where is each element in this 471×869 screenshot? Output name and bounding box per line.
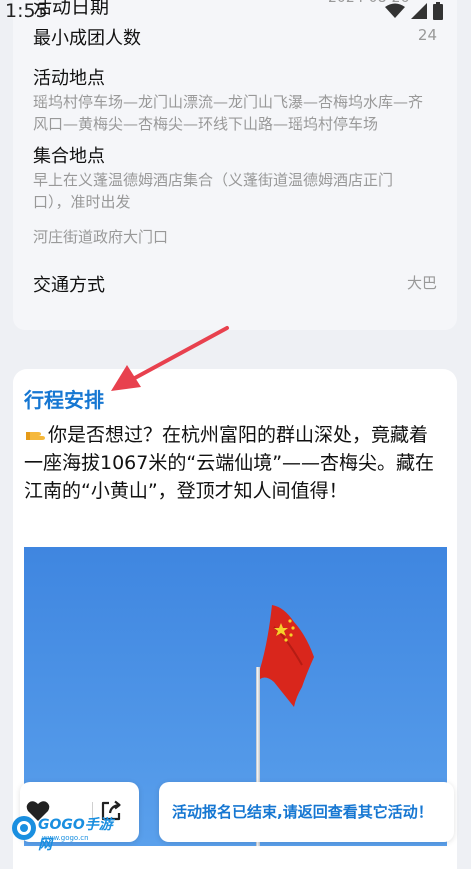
itinerary-intro-text: 你是否想过？在杭州富阳的群山深处，竟藏着一座海拔1067米的“云端仙境”——杏梅…	[24, 424, 435, 502]
status-bar: 1:55 活动日期 2024-08-26	[0, 0, 471, 26]
min-group-label: 最小成团人数	[33, 28, 141, 49]
battery-icon	[433, 2, 443, 20]
transport-label: 交通方式	[33, 275, 105, 296]
watermark-logo: GOGO手游网 www.gogo.cn	[8, 810, 118, 853]
itinerary-intro: 你是否想过？在杭州富阳的群山深处，竟藏着一座海拔1067米的“云端仙境”——杏梅…	[24, 421, 439, 505]
pointing-hand-icon	[26, 432, 45, 440]
registration-status-button[interactable]: 活动报名已结束,请返回查看其它活动！	[159, 782, 454, 842]
min-group-value: 24	[417, 26, 437, 44]
watermark-url: www.gogo.cn	[42, 834, 89, 842]
location-value: 瑶坞村停车场—龙门山漂流—龙门山飞瀑—杏梅坞水库—齐风口—黄梅尖—杏梅尖—环线下…	[33, 93, 424, 133]
status-icons	[385, 2, 443, 20]
meeting-value-alt: 河庄街道政府大门口	[33, 228, 169, 246]
signal-icon	[411, 3, 427, 19]
annotation-arrow	[111, 326, 229, 391]
gogo-logo-icon	[12, 816, 36, 840]
meeting-label: 集合地点	[33, 146, 105, 167]
partial-activity-date-label: 活动日期	[33, 0, 110, 18]
location-label: 活动地点	[33, 68, 105, 89]
itinerary-title: 行程安排	[24, 388, 104, 412]
meeting-value: 早上在义蓬温德姆酒店集合（义蓬街道温德姆酒店正门口），准时出发	[33, 171, 394, 211]
wifi-icon	[385, 3, 405, 18]
transport-value: 大巴	[406, 274, 437, 292]
registration-status-label: 活动报名已结束,请返回查看其它活动！	[172, 803, 433, 821]
